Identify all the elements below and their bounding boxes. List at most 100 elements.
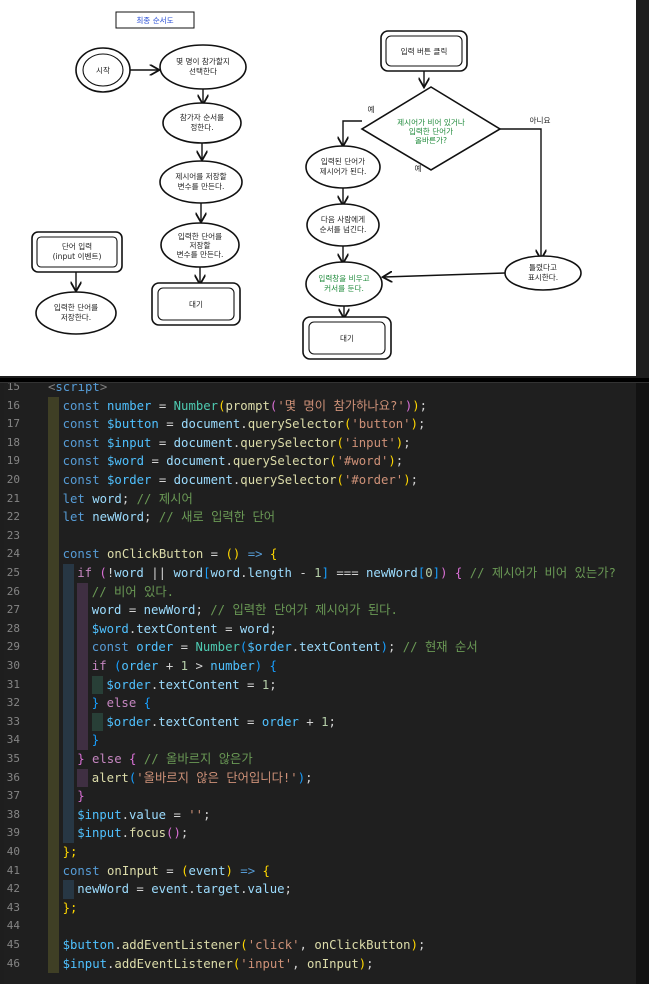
indent-guide	[48, 601, 59, 620]
code-line[interactable]: 32} else {	[4, 694, 636, 713]
code-line[interactable]: 19 const $word = document.querySelector('…	[4, 452, 636, 471]
indent-guide	[48, 936, 59, 955]
indent-guide	[77, 731, 89, 750]
code-token: textContent	[136, 621, 218, 636]
line-number: 26	[6, 584, 20, 598]
indent-guide	[77, 675, 89, 695]
code-token: number	[210, 659, 255, 673]
click-node-label: 입력 버튼 클릭	[401, 46, 448, 56]
code-token: order	[136, 640, 174, 655]
code-token: };	[62, 845, 78, 859]
code-token: ===	[328, 566, 367, 580]
code-token: querySelector	[247, 417, 344, 432]
line-number: 36	[6, 770, 20, 784]
code-line[interactable]: 21 let word; // 제시어	[4, 489, 636, 509]
code-line[interactable]: 34}	[4, 731, 636, 750]
code-line[interactable]: 20 const $order = document.querySelector(…	[4, 471, 636, 490]
code-line[interactable]: 26 // 비어 있다.	[4, 582, 636, 602]
code-token: word	[114, 566, 144, 580]
code-token: =	[203, 547, 226, 562]
code-editor-content[interactable]: 15 <script> 16 const number = Number(prompt…	[4, 383, 636, 984]
code-text: };	[63, 843, 78, 862]
code-editor[interactable]: 15 <script> 16 const number = Number(prompt…	[0, 382, 649, 984]
indent-guide	[48, 880, 59, 899]
code-token: )	[380, 640, 388, 655]
indent-guide	[77, 712, 89, 732]
code-line[interactable]: 22 let newWord; // 새로 입력한 단어	[4, 508, 636, 527]
code-token: ;	[305, 770, 313, 785]
code-line[interactable]: 43};	[4, 898, 636, 918]
indent-guide	[48, 768, 59, 788]
code-token: =	[239, 714, 262, 729]
code-token: event	[151, 882, 189, 897]
code-line[interactable]: 29 const order = Number($order.textConten…	[4, 638, 636, 657]
code-line[interactable]: 42 newWord = event.target.value;	[4, 880, 636, 899]
code-text: }	[77, 787, 84, 806]
node-clear-input: 입력창을 비우고 커서를 둔다.	[305, 261, 383, 307]
indent-guide	[48, 489, 59, 509]
indent-guide	[62, 805, 74, 825]
code-line[interactable]: 35} else { // 올바르지 않은가	[4, 750, 636, 769]
code-line[interactable]: 31 $order.textContent = 1;	[4, 675, 636, 695]
line-number: 25	[6, 566, 20, 579]
code-token: .	[121, 826, 130, 841]
indent-guide	[48, 731, 59, 750]
code-token: const	[62, 435, 108, 450]
code-text: const order = Number($order.textContent)…	[92, 638, 478, 657]
code-line[interactable]: 18 const $input = document.querySelector(…	[4, 433, 636, 453]
flowchart-svg: 최종 순서도 시작 몇 명이 참가할지 선택한다 참가자 순서를 정한다. 제시…	[31, 11, 582, 360]
code-token: 'button'	[351, 417, 411, 432]
indent-guide	[48, 861, 59, 881]
code-token: }	[91, 733, 100, 748]
node-participants-line1: 몇 명이 참가할지	[176, 56, 230, 66]
code-token: =	[173, 640, 196, 655]
code-token: =>	[240, 547, 270, 562]
code-line[interactable]: 23	[4, 526, 636, 546]
code-line[interactable]: 41 const onInput = (event) => {	[4, 861, 636, 881]
code-line[interactable]: 40};	[4, 843, 636, 862]
code-line[interactable]: 45 $button.addEventListener('click', onCl…	[4, 936, 636, 955]
code-token: 0	[425, 566, 433, 580]
code-token: )	[297, 770, 306, 785]
code-line[interactable]: 36 alert('올바르지 않은 단어입니다!');	[4, 768, 636, 788]
code-line[interactable]: 44	[4, 917, 636, 936]
line-number: 18	[6, 435, 20, 449]
code-token: {	[262, 659, 277, 673]
line-number: 29	[6, 640, 20, 654]
code-token: value	[247, 882, 285, 897]
code-line[interactable]: 16 const number = Number(prompt('몇 명이 참가하…	[4, 396, 636, 416]
flowchart-title: 최종 순서도	[136, 15, 173, 25]
code-line[interactable]: 39 $input.focus();	[4, 824, 636, 843]
indent-guide	[48, 805, 59, 825]
code-token: number	[107, 398, 152, 413]
code-line[interactable]: 15 <script>	[4, 383, 636, 397]
code-line[interactable]: 46 $input.addEventListener('input', onInp…	[4, 954, 636, 974]
indent-guide	[77, 768, 89, 788]
code-token: word	[92, 491, 122, 506]
code-line[interactable]: 17 const $button = document.querySelector…	[4, 415, 636, 434]
code-line[interactable]: 27 word = newWord; // 입력한 단어가 제시어가 된다.	[4, 601, 636, 620]
code-line[interactable]: 30 if (order + 1 > number) {	[4, 657, 636, 676]
code-token: const	[62, 473, 108, 487]
editor-scrollbar[interactable]	[636, 383, 649, 984]
code-token: 'input'	[240, 956, 293, 971]
code-token: ,	[292, 956, 307, 971]
node-wrong-line2: 표시한다.	[528, 273, 558, 282]
indent-guide	[48, 545, 59, 564]
indent-guide	[48, 638, 59, 657]
code-text: const $button = document.querySelector('…	[63, 415, 426, 434]
code-token: newWord	[366, 566, 418, 580]
code-line[interactable]: 24 const onClickButton = () => {	[4, 545, 636, 564]
code-token: ;	[395, 454, 404, 469]
indent-guide	[77, 638, 89, 657]
code-token: >	[99, 383, 108, 394]
indent-guide	[48, 787, 59, 806]
code-line[interactable]: 33 $order.textContent = order + 1;	[4, 712, 636, 732]
input-event-line2: (input 이벤트)	[53, 251, 102, 261]
code-line[interactable]: 38 $input.value = '';	[4, 805, 636, 825]
node-keyword-var-line1: 제시어를 저장할	[175, 171, 226, 181]
code-text: if (!word || word[word.length - 1] === n…	[77, 564, 616, 583]
code-line[interactable]: 37}	[4, 787, 636, 806]
code-line[interactable]: 28 $word.textContent = word;	[4, 619, 636, 639]
code-line[interactable]: 25 if (!word || word[word.length - 1] ===…	[4, 564, 636, 583]
